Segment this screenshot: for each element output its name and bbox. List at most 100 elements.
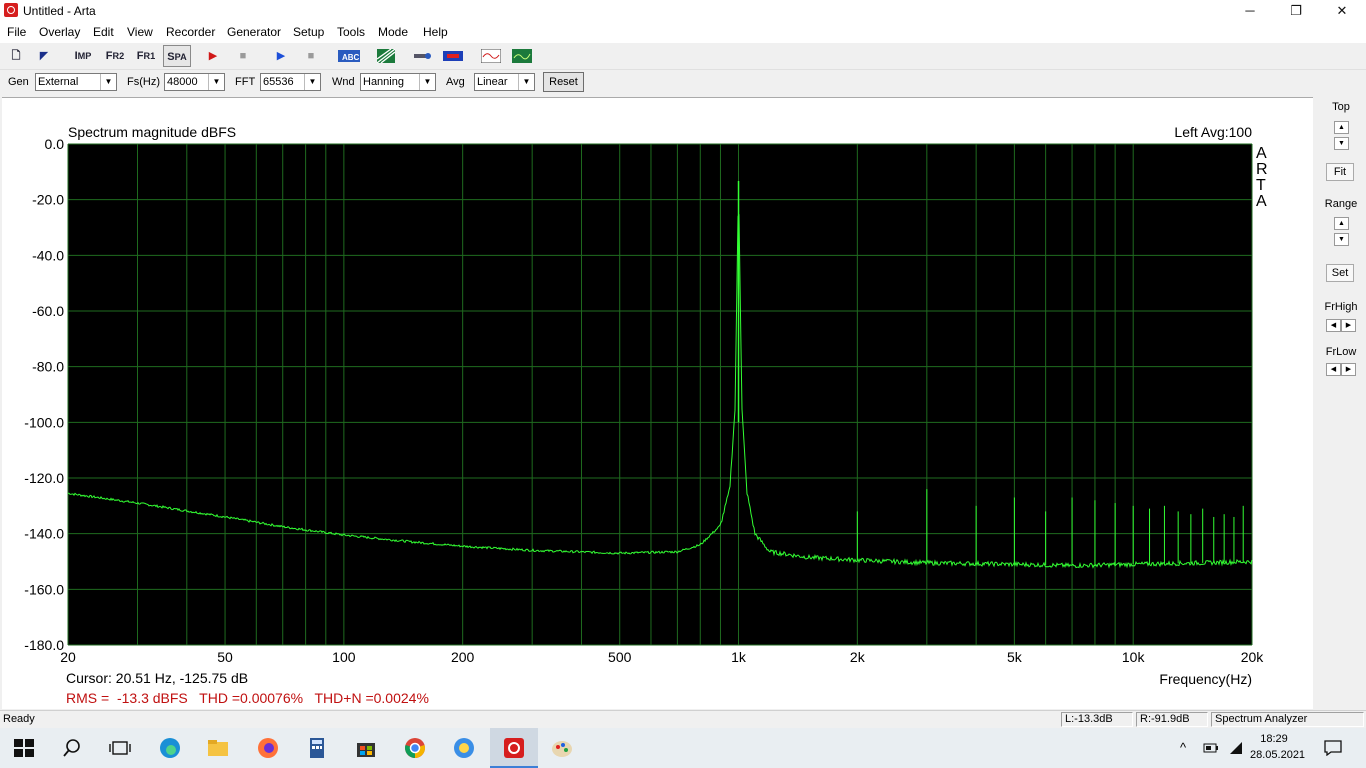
clock-time[interactable]: 18:29 xyxy=(1254,733,1294,745)
x-tick-label: 20 xyxy=(60,649,76,665)
scope-icon[interactable] xyxy=(480,45,502,67)
pointer-icon[interactable]: ◤ xyxy=(33,45,55,67)
x-tick-label: 10k xyxy=(1122,649,1146,665)
task-view-icon[interactable] xyxy=(108,736,132,760)
x-tick-label: 200 xyxy=(451,649,475,665)
fft-label: FFT xyxy=(235,76,256,88)
wnd-value: Hanning xyxy=(363,76,404,88)
gen-label: Gen xyxy=(8,76,29,88)
fft-value: 65536 xyxy=(263,76,294,88)
status-ready: Ready xyxy=(3,713,35,725)
menu-setup[interactable]: Setup xyxy=(293,25,324,39)
y-tick-label: -140.0 xyxy=(24,526,64,542)
spectrum-chart[interactable]: Spectrum magnitude dBFS Left Avg:100 ART… xyxy=(2,98,1313,709)
signal-icon[interactable] xyxy=(412,45,434,67)
channel-avg-info: Left Avg:100 xyxy=(1174,124,1252,140)
restore-button[interactable]: ❐ xyxy=(1273,0,1319,22)
stop-icon[interactable]: ■ xyxy=(300,45,322,67)
y-tick-label: -40.0 xyxy=(32,247,64,263)
frhigh-right-icon[interactable]: ▶ xyxy=(1341,319,1356,332)
range-up-icon[interactable]: ▲ xyxy=(1334,217,1349,230)
paint-icon[interactable] xyxy=(550,736,574,760)
range-down-icon[interactable]: ▼ xyxy=(1334,233,1349,246)
menu-bar: File Overlay Edit View Recorder Generato… xyxy=(0,22,1366,43)
windows-start-icon[interactable] xyxy=(12,736,36,760)
fit-button[interactable]: Fit xyxy=(1326,163,1354,181)
wifi-icon[interactable] xyxy=(1228,740,1244,756)
side-panel: Top ▲ ▼ Fit Range ▲ ▼ Set FrHigh ◀ ▶ FrL… xyxy=(1316,97,1366,708)
menu-mode[interactable]: Mode xyxy=(378,25,408,39)
record-stop-icon[interactable]: ■ xyxy=(232,45,254,67)
y-tick-label: -160.0 xyxy=(24,581,64,597)
store-icon[interactable] xyxy=(354,736,378,760)
spa-button[interactable]: SPA xyxy=(163,45,191,67)
play-icon[interactable]: ▶ xyxy=(270,45,292,67)
y-tick-label: 0.0 xyxy=(45,136,65,152)
tray-chevron-up-icon[interactable]: ^ xyxy=(1180,740,1186,755)
top-down-icon[interactable]: ▼ xyxy=(1334,137,1349,150)
x-tick-label: 100 xyxy=(332,649,356,665)
menu-overlay[interactable]: Overlay xyxy=(39,25,80,39)
search-icon[interactable] xyxy=(60,736,84,760)
notification-icon[interactable] xyxy=(1324,740,1342,756)
calibrate-icon[interactable] xyxy=(375,45,397,67)
arta-watermark: ARTA xyxy=(1256,145,1268,210)
fr2-button[interactable]: FR2 xyxy=(102,45,128,67)
battery-icon[interactable] xyxy=(1203,742,1219,754)
file-explorer-icon[interactable] xyxy=(206,736,230,760)
wnd-select[interactable]: Hanning ▼ xyxy=(360,73,436,91)
menu-edit[interactable]: Edit xyxy=(93,25,114,39)
y-tick-label: -80.0 xyxy=(32,359,64,375)
abc-icon[interactable]: ABC xyxy=(337,45,361,67)
frhigh-left-icon[interactable]: ◀ xyxy=(1326,319,1341,332)
avg-label: Avg xyxy=(446,76,465,88)
arta-app-icon xyxy=(4,3,18,17)
y-tick-label: -100.0 xyxy=(24,414,64,430)
set-button[interactable]: Set xyxy=(1326,264,1354,282)
y-tick-label: -120.0 xyxy=(24,470,64,486)
menu-recorder[interactable]: Recorder xyxy=(166,25,215,39)
menu-view[interactable]: View xyxy=(127,25,153,39)
menu-generator[interactable]: Generator xyxy=(227,25,281,39)
chevron-down-icon: ▼ xyxy=(419,74,435,90)
fr1-button[interactable]: FR1 xyxy=(133,45,159,67)
parameter-bar: Gen External ▼ Fs(Hz) 48000 ▼ FFT 65536 … xyxy=(0,70,1366,95)
chevron-down-icon: ▼ xyxy=(518,74,534,90)
spectrum-scope-icon[interactable] xyxy=(511,45,533,67)
x-tick-label: 50 xyxy=(217,649,233,665)
frlow-left-icon[interactable]: ◀ xyxy=(1326,363,1341,376)
top-up-icon[interactable]: ▲ xyxy=(1334,121,1349,134)
minimize-button[interactable]: ─ xyxy=(1227,0,1273,22)
plot-area xyxy=(68,144,1252,645)
measurement-readout: RMS = -13.3 dBFS THD =0.00076% THD+N =0.… xyxy=(66,690,429,706)
range-label: Range xyxy=(1324,198,1358,210)
toolbar: 🗋 ◤ IMP FR2 FR1 SPA ▶ ■ ▶ ■ ABC xyxy=(0,43,1366,70)
edge-icon[interactable] xyxy=(158,736,182,760)
clock-date[interactable]: 28.05.2021 xyxy=(1250,749,1305,761)
record-start-icon[interactable]: ▶ xyxy=(202,45,224,67)
x-tick-label: 2k xyxy=(850,649,866,665)
fs-select[interactable]: 48000 ▼ xyxy=(164,73,225,91)
imp-button[interactable]: IMP xyxy=(70,45,96,67)
chrome-icon[interactable] xyxy=(403,736,427,760)
y-tick-label: -180.0 xyxy=(24,637,64,653)
menu-help[interactable]: Help xyxy=(423,25,448,39)
firefox-icon[interactable] xyxy=(256,736,280,760)
menu-tools[interactable]: Tools xyxy=(337,25,365,39)
window-title: Untitled - Arta xyxy=(23,4,96,18)
chevron-down-icon: ▼ xyxy=(100,74,116,90)
close-button[interactable]: ✕ xyxy=(1319,0,1365,22)
level-icon[interactable] xyxy=(442,45,464,67)
status-bar: Ready L:-13.3dB R:-91.9dB Spectrum Analy… xyxy=(0,710,1366,729)
reset-button[interactable]: Reset xyxy=(543,72,584,92)
gen-select[interactable]: External ▼ xyxy=(35,73,117,91)
avg-select[interactable]: Linear ▼ xyxy=(474,73,535,91)
taskbar: ^ 18:29 28.05.2021 xyxy=(0,728,1366,768)
menu-file[interactable]: File xyxy=(7,25,26,39)
calculator-icon[interactable] xyxy=(305,736,329,760)
arta-taskbar-button[interactable] xyxy=(490,728,538,768)
weather-app-icon[interactable] xyxy=(452,736,476,760)
fft-select[interactable]: 65536 ▼ xyxy=(260,73,321,91)
frlow-right-icon[interactable]: ▶ xyxy=(1341,363,1356,376)
open-icon[interactable]: 🗋 xyxy=(5,45,27,67)
